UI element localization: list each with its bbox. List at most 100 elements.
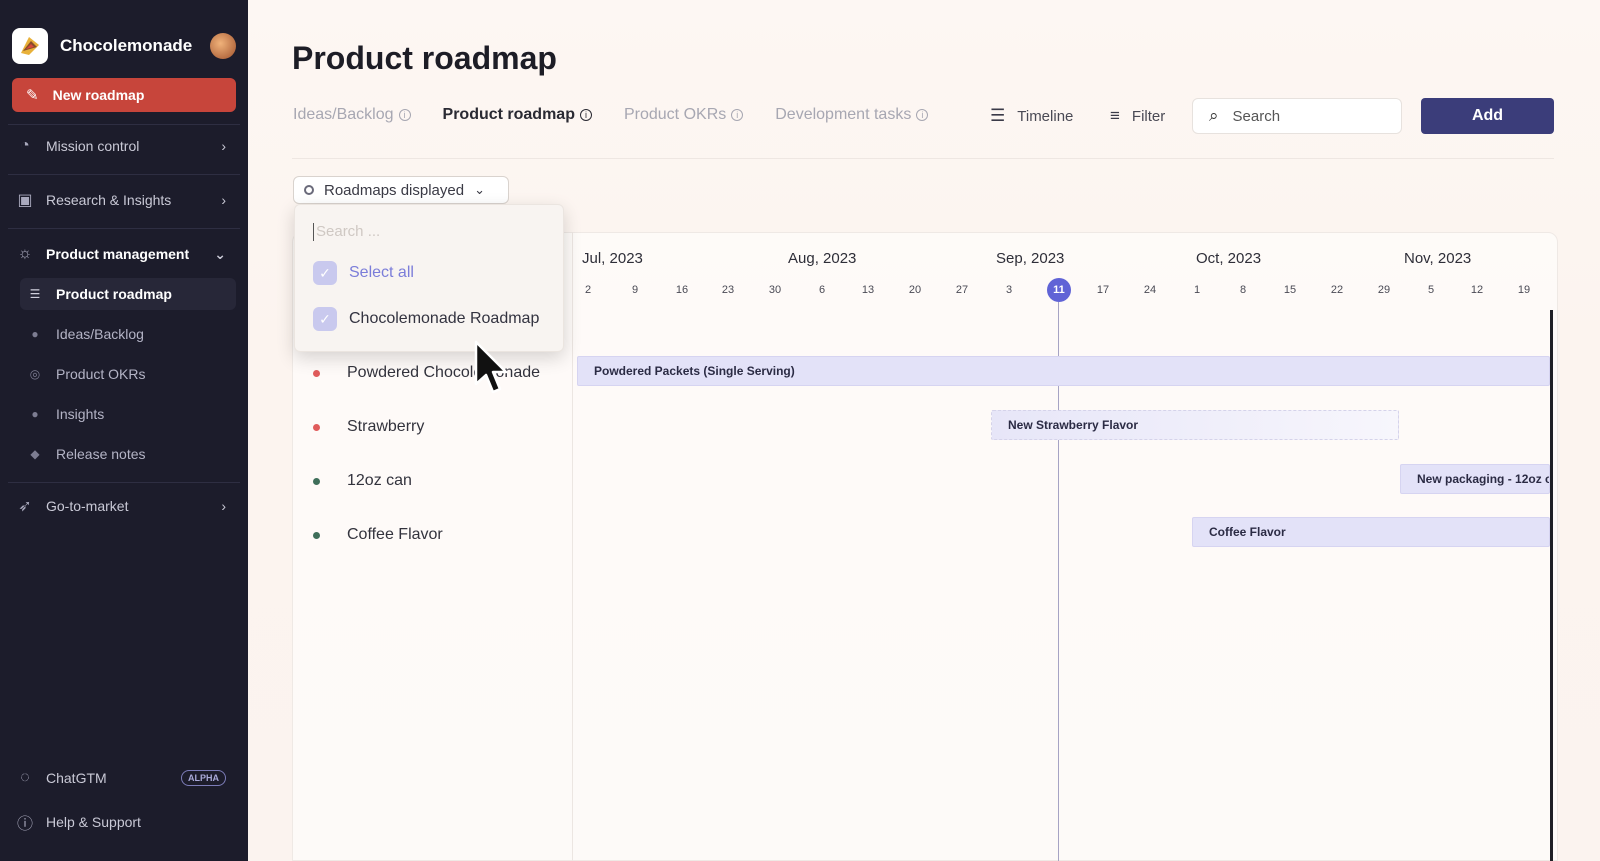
search-input[interactable]: ⌕ Search — [1192, 98, 1402, 134]
roadmaps-dropdown-menu: Search ... ✓ Select all ✓ Chocolemonade … — [294, 204, 564, 352]
tab-label: Ideas/Backlog — [293, 106, 394, 123]
info-icon: i — [398, 109, 411, 121]
month-header: Nov, 2023 — [1404, 250, 1472, 267]
sidebar-item-label: Product management — [46, 246, 190, 262]
day-tick: 2 — [584, 284, 592, 296]
roadmap-bar[interactable]: Coffee Flavor — [1192, 517, 1550, 547]
brand-name: Chocolemonade — [60, 36, 193, 55]
sidebar-item-label: Research & Insights — [46, 192, 172, 208]
tab-ideas-backlog[interactable]: Ideas/Backlog i — [293, 106, 411, 124]
timeline-icon: ☰ — [990, 106, 1006, 125]
roadmap-bar[interactable]: Powdered Packets (Single Serving) — [577, 356, 1550, 386]
divider — [8, 482, 240, 483]
rocket-icon: ➶ — [18, 498, 32, 515]
target-icon: ◎ — [29, 367, 41, 381]
alpha-badge: ALPHA — [181, 770, 226, 786]
day-tick: 20 — [908, 284, 922, 296]
row-label[interactable]: 12oz can — [347, 472, 412, 490]
sidebar-item-label: Insights — [56, 406, 105, 422]
gauge-icon: ◔ — [20, 137, 30, 154]
search-placeholder: Search — [1232, 107, 1281, 125]
day-tick: 17 — [1096, 284, 1110, 296]
row-label[interactable]: Coffee Flavor — [347, 526, 443, 544]
filter-button[interactable]: ≡ Filter — [1110, 106, 1165, 126]
rocket-icon: ◆ — [30, 447, 40, 461]
tab-bar: Ideas/Backlog i Product roadmap i Product … — [293, 106, 960, 124]
chevron-down-icon: ⌄ — [474, 182, 485, 197]
scroll-edge — [1550, 310, 1553, 861]
sidebar-item-insights[interactable]: ● Insights — [20, 398, 236, 430]
timeline-label: Timeline — [1017, 107, 1074, 125]
sidebar-item-ideas-backlog[interactable]: ● Ideas/Backlog — [20, 318, 236, 350]
checkbox-checked-icon[interactable]: ✓ — [313, 307, 337, 331]
sidebar-item-label: ChatGTM — [46, 770, 107, 786]
sidebar-item-mission-control[interactable]: ◔ Mission control › — [14, 130, 236, 162]
day-tick: 30 — [768, 284, 782, 296]
sidebar-item-product-okrs[interactable]: ◎ Product OKRs — [20, 358, 236, 390]
timeline-button[interactable]: ☰ Timeline — [990, 106, 1073, 126]
row-label[interactable]: Powdered Chocolemonade — [347, 364, 540, 382]
filter-label: Filter — [1131, 107, 1166, 125]
column-divider — [572, 232, 573, 861]
research-icon: ▣ — [17, 192, 33, 209]
mouse-cursor-icon — [474, 340, 508, 394]
roadmap-dot-icon — [304, 185, 314, 195]
sidebar-item-label: Mission control — [46, 138, 140, 154]
day-tick: 15 — [1283, 284, 1297, 296]
tab-product-okrs[interactable]: Product OKRs i — [624, 106, 744, 124]
today-marker: 11 — [1047, 278, 1071, 302]
roadmap-bar[interactable]: New packaging - 12oz can — [1400, 464, 1550, 494]
sidebar-item-help-support[interactable]: ⓘ Help & Support — [14, 806, 236, 838]
status-dot — [313, 424, 320, 431]
sidebar-item-go-to-market[interactable]: ➶ Go-to-market › — [14, 490, 236, 522]
status-dot — [313, 478, 320, 485]
day-tick: 24 — [1143, 284, 1157, 296]
chevron-right-icon: › — [221, 138, 226, 154]
select-all-label: Select all — [349, 264, 414, 281]
day-tick: 9 — [631, 284, 639, 296]
roadmap-icon: ☰ — [29, 287, 41, 301]
day-tick: 12 — [1470, 284, 1484, 296]
tab-label: Product roadmap — [442, 106, 575, 123]
row-label[interactable]: Strawberry — [347, 418, 424, 436]
sidebar-item-chatgtm[interactable]: ◌ ChatGTM ALPHA — [14, 762, 236, 794]
avatar[interactable] — [210, 33, 236, 59]
divider — [8, 174, 240, 175]
tab-development-tasks[interactable]: Development tasks i — [775, 106, 929, 124]
day-tick: 1 — [1193, 284, 1201, 296]
status-dot — [313, 532, 320, 539]
roadmap-bar[interactable]: New Strawberry Flavor — [991, 410, 1399, 440]
chat-icon: ◌ — [20, 769, 30, 786]
brand[interactable]: Chocolemonade — [12, 28, 236, 64]
sidebar-item-product-roadmap[interactable]: ☰ Product roadmap — [20, 278, 236, 310]
day-tick: 22 — [1330, 284, 1344, 296]
day-tick: 13 — [861, 284, 875, 296]
dropdown-search-input[interactable]: Search ... — [313, 223, 380, 241]
roadmap-option-label: Chocolemonade Roadmap — [349, 310, 540, 327]
edit-icon: ✎ — [26, 87, 39, 104]
insights-icon: ● — [31, 407, 39, 421]
new-roadmap-button[interactable]: ✎ New roadmap — [12, 78, 236, 112]
sidebar-item-label: Product OKRs — [56, 366, 146, 382]
day-tick: 6 — [818, 284, 826, 296]
month-header: Sep, 2023 — [996, 250, 1065, 267]
day-tick: 23 — [721, 284, 735, 296]
divider — [8, 124, 240, 125]
sidebar-item-product-management[interactable]: ☼ Product management ⌄ — [14, 238, 236, 270]
add-button[interactable]: Add — [1421, 98, 1554, 134]
month-header: Oct, 2023 — [1196, 250, 1262, 267]
roadmaps-displayed-dropdown[interactable]: Roadmaps displayed ⌄ — [293, 176, 509, 204]
tab-product-roadmap[interactable]: Product roadmap i — [443, 106, 592, 124]
divider — [8, 228, 240, 229]
info-icon: i — [579, 109, 592, 121]
sidebar-item-release-notes[interactable]: ◆ Release notes — [20, 438, 236, 470]
ideas-icon: ● — [31, 327, 39, 341]
chevron-right-icon: › — [221, 498, 226, 514]
info-icon: i — [731, 109, 744, 121]
roadmap-option[interactable]: ✓ Chocolemonade Roadmap — [313, 307, 539, 331]
sidebar-item-research-insights[interactable]: ▣ Research & Insights › — [14, 184, 236, 216]
checkbox-checked-icon[interactable]: ✓ — [313, 261, 337, 285]
brand-logo-icon — [12, 28, 48, 64]
day-tick: 8 — [1239, 284, 1247, 296]
select-all-option[interactable]: ✓ Select all — [313, 261, 414, 285]
